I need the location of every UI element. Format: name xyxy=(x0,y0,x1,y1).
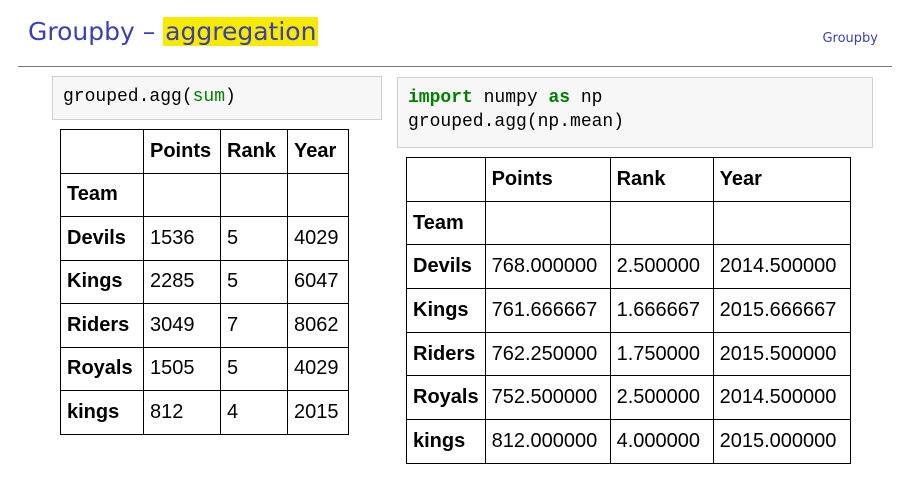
cell-year: 2015.666667 xyxy=(712,288,851,333)
page-title-highlight: aggregation xyxy=(163,17,319,46)
cell-points: 2285 xyxy=(143,259,221,304)
index-name-row: Team xyxy=(406,200,851,246)
table-row: Kings 2285 5 6047 xyxy=(60,259,349,304)
table-row: kings 812.000000 4.000000 2015.000000 xyxy=(406,419,851,464)
cell-rank: 7 xyxy=(220,303,288,348)
cell-points: 1505 xyxy=(143,346,221,391)
cell-points: 762.250000 xyxy=(484,331,611,377)
index-name-row: Team xyxy=(60,172,349,217)
empty-cell xyxy=(287,172,349,217)
table-row: Royals 752.500000 2.500000 2014.500000 xyxy=(406,375,851,421)
table-header-row: Points Rank Year xyxy=(406,157,851,202)
code-keyword-as: as xyxy=(548,88,571,108)
column-header: Year xyxy=(287,129,349,174)
empty-cell xyxy=(609,200,714,246)
table-header-row: Points Rank Year xyxy=(60,129,349,174)
page-title-prefix: Groupby – xyxy=(28,17,164,46)
cell-year: 6047 xyxy=(287,259,349,304)
column-header: Year xyxy=(712,157,851,202)
header-divider xyxy=(18,66,892,67)
cell-points: 761.666667 xyxy=(484,288,611,333)
cell-year: 4029 xyxy=(287,346,349,391)
cell-rank: 4 xyxy=(220,390,288,435)
index-name: Team xyxy=(60,172,144,217)
table-row: Riders 3049 7 8062 xyxy=(60,303,349,348)
row-label: Riders xyxy=(406,331,486,377)
code-builtin-sum: sum xyxy=(192,87,226,107)
sum-result-table: Points Rank Year Team Devils 1536 5 4029… xyxy=(60,129,349,435)
empty-cell xyxy=(220,172,288,217)
cell-rank: 2.500000 xyxy=(609,375,714,421)
cell-rank: 5 xyxy=(220,259,288,304)
cell-rank: 1.666667 xyxy=(609,288,714,333)
cell-rank: 5 xyxy=(220,346,288,391)
code-module: numpy xyxy=(472,88,549,108)
cell-year: 2015.000000 xyxy=(712,419,851,464)
table-row: Kings 761.666667 1.666667 2015.666667 xyxy=(406,288,851,333)
table-row: Devils 768.000000 2.500000 2014.500000 xyxy=(406,244,851,290)
code-alias: np xyxy=(570,88,603,108)
mean-result-table: Points Rank Year Team Devils 768.000000 … xyxy=(406,157,851,464)
cell-points: 752.500000 xyxy=(484,375,611,421)
cell-points: 3049 xyxy=(143,303,221,348)
page-title: Groupby – aggregation xyxy=(28,17,319,46)
code-call: grouped.agg( xyxy=(63,87,193,107)
cell-year: 2014.500000 xyxy=(712,375,851,421)
table-corner-cell xyxy=(406,157,486,202)
cell-points: 812 xyxy=(143,390,221,435)
cell-year: 4029 xyxy=(287,216,349,261)
empty-cell xyxy=(712,200,851,246)
cell-year: 8062 xyxy=(287,303,349,348)
table-row: kings 812 4 2015 xyxy=(60,390,349,435)
cell-rank: 1.750000 xyxy=(609,331,714,377)
column-header: Points xyxy=(143,129,221,174)
row-label: Kings xyxy=(406,288,486,333)
index-name: Team xyxy=(406,200,486,246)
row-label: kings xyxy=(406,419,486,464)
row-label: Royals xyxy=(406,375,486,421)
column-header: Rank xyxy=(220,129,288,174)
code-cell-sum[interactable]: grouped.agg(sum) xyxy=(52,76,382,120)
cell-points: 1536 xyxy=(143,216,221,261)
cell-rank: 2.500000 xyxy=(609,244,714,290)
cell-rank: 4.000000 xyxy=(609,419,714,464)
row-label: Devils xyxy=(406,244,486,290)
cell-year: 2015.500000 xyxy=(712,331,851,377)
code-cell-mean[interactable]: import numpy as np grouped.agg(np.mean) xyxy=(397,77,873,148)
row-label: Kings xyxy=(60,259,144,304)
cell-year: 2015 xyxy=(287,390,349,435)
row-label: kings xyxy=(60,390,144,435)
column-header: Points xyxy=(484,157,611,202)
row-label: Devils xyxy=(60,216,144,261)
section-tag: Groupby xyxy=(822,31,878,46)
cell-points: 768.000000 xyxy=(484,244,611,290)
cell-points: 812.000000 xyxy=(484,419,611,464)
cell-year: 2014.500000 xyxy=(712,244,851,290)
table-row: Royals 1505 5 4029 xyxy=(60,346,349,391)
code-keyword-import: import xyxy=(408,88,473,108)
code-close-paren: ) xyxy=(225,87,236,107)
table-row: Riders 762.250000 1.750000 2015.500000 xyxy=(406,331,851,377)
table-row: Devils 1536 5 4029 xyxy=(60,216,349,261)
table-corner-cell xyxy=(60,129,144,174)
cell-rank: 5 xyxy=(220,216,288,261)
empty-cell xyxy=(143,172,221,217)
row-label: Royals xyxy=(60,346,144,391)
column-header: Rank xyxy=(609,157,714,202)
empty-cell xyxy=(484,200,611,246)
code-line-agg-mean: grouped.agg(np.mean) xyxy=(408,112,625,132)
row-label: Riders xyxy=(60,303,144,348)
